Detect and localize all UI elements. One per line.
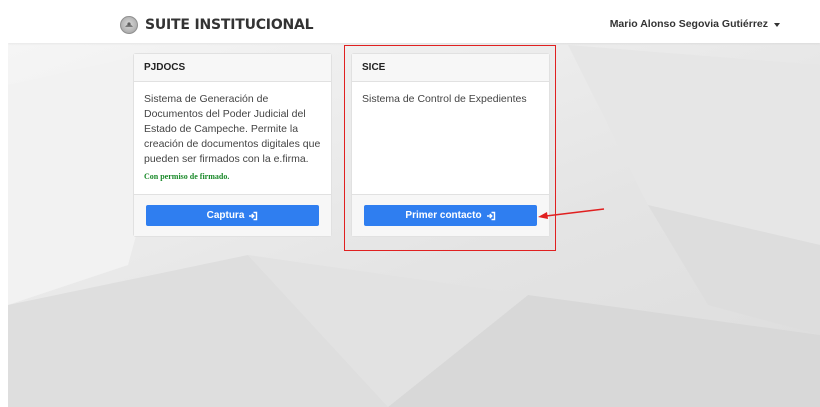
highlight-box: [344, 45, 556, 251]
card-body: Sistema de Generación de Documentos del …: [134, 82, 331, 194]
card-header: PJDOCS: [134, 54, 331, 82]
app-frame: SUITE INSTITUCIONAL Mario Alonso Segovia…: [8, 5, 820, 407]
card-footer: Captura: [134, 194, 331, 236]
card-description: Sistema de Generación de Documentos del …: [144, 93, 321, 165]
seal-icon: [120, 16, 138, 34]
caret-down-icon: [774, 22, 780, 27]
annotation-arrow-icon: [538, 208, 605, 219]
button-label: Captura: [206, 210, 245, 221]
user-menu-dropdown[interactable]: Mario Alonso Segovia Gutiérrez: [610, 18, 780, 30]
captura-button[interactable]: Captura: [146, 205, 319, 226]
permission-note: Con permiso de firmado.: [144, 172, 230, 181]
sign-in-icon: [248, 211, 258, 221]
card-pjdocs: PJDOCS Sistema de Generación de Document…: [133, 53, 332, 237]
brand-title: SUITE INSTITUCIONAL: [145, 17, 314, 33]
user-name: Mario Alonso Segovia Gutiérrez: [609, 18, 768, 30]
brand-link[interactable]: SUITE INSTITUCIONAL: [120, 15, 314, 35]
top-navbar: SUITE INSTITUCIONAL Mario Alonso Segovia…: [8, 5, 820, 43]
